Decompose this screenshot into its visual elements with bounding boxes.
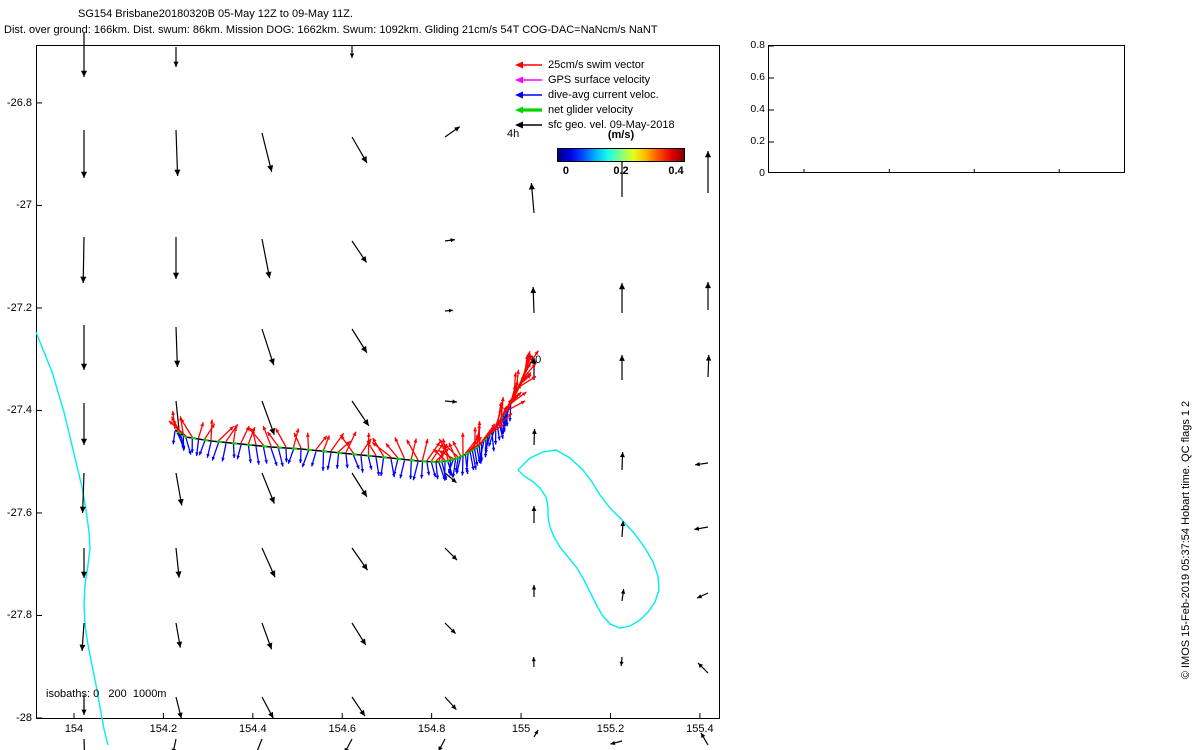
map-y-tick-label: -27 [16, 199, 32, 212]
legend-item: net glider velocity [514, 102, 675, 117]
velocity-panel [768, 45, 1125, 173]
legend-item-label: net glider velocity [548, 103, 633, 116]
velocity-plot [769, 46, 1060, 172]
velocity-y-tick-label: 0.8 [750, 39, 765, 51]
map-y-tick-label: -27.8 [6, 609, 32, 622]
legend-arrow-icon [515, 91, 542, 98]
imos-credit: © IMOS 15-Feb-2019 05:37:54 Hobart time.… [1180, 400, 1192, 680]
map-y-tick-label: -27.4 [6, 404, 32, 417]
map-x-tick-label: 154.6 [328, 723, 356, 735]
map-x-tick-label: 155 [511, 723, 531, 735]
velocity-y-tick-label: 0 [759, 167, 765, 179]
figure-title: SG154 Brisbane20180320B 05-May 12Z to 09… [78, 8, 353, 20]
isobaths-label: isobaths: 0 200 1000m [46, 688, 167, 700]
geo-velocity-arrow [610, 740, 623, 745]
map-x-tick-label: 154.4 [239, 723, 267, 735]
legend-arrow-icon [515, 76, 542, 83]
legend-window-label: 4h [507, 128, 520, 140]
map-x-tick-label: 154.2 [149, 723, 178, 735]
geo-velocity-arrow [345, 738, 353, 750]
geo-velocity-arrow [173, 738, 177, 750]
map-y-tick-label: -28 [16, 711, 32, 724]
map-x-tick-label: 154 [64, 723, 84, 735]
velocity-y-tick-label: 0.2 [750, 135, 765, 147]
map-y-tick-label: -27.2 [6, 301, 32, 314]
legend-item: GPS surface velocity [514, 72, 675, 87]
figure-root: SG154 Brisbane20180320B 05-May 12Z to 09… [0, 0, 1200, 750]
legend-item: dive-avg current veloc. [514, 87, 675, 102]
legend-item-label: 25cm/s swim vector [548, 58, 645, 71]
legend-arrow-icon [515, 61, 542, 68]
map-x-tick-label: 154.8 [417, 723, 446, 735]
geo-velocity-arrow-head [438, 746, 443, 750]
map-colorbar-tick-label: 0.2 [613, 165, 629, 177]
map-y-tick-label: -27.6 [6, 506, 32, 519]
velocity-y-tick-label: 0.4 [750, 103, 765, 115]
legend-arrow-icon [515, 106, 542, 113]
map-colorbar-tick-label: 0.4 [668, 165, 684, 177]
map-panel [36, 45, 720, 719]
velocity-y-tick-label: 0.6 [750, 71, 765, 83]
track-dive-number-label: 10 [529, 354, 542, 366]
map-x-tick-label: 155.2 [596, 723, 625, 735]
map-colorbar [557, 148, 685, 162]
geo-velocity-arrow [438, 738, 446, 750]
map-x-tick-label: 155.4 [686, 723, 714, 735]
map-legend: 25cm/s swim vector GPS surface velocity di… [514, 57, 675, 132]
figure-subtitle: Dist. over ground: 166km. Dist. swum: 86… [4, 24, 658, 36]
geo-velocity-arrow-head [610, 740, 616, 746]
legend-item: 25cm/s swim vector [514, 57, 675, 72]
map-colorbar-tick-label: 0 [562, 165, 570, 177]
legend-item-label: GPS surface velocity [548, 73, 651, 86]
geo-velocity-arrow [83, 738, 85, 750]
map-y-tick-label: -26.8 [6, 96, 32, 109]
legend-item-label: dive-avg current veloc. [548, 88, 659, 101]
map-colorbar-title: (m/s) [607, 129, 635, 141]
geo-velocity-arrow [256, 738, 263, 750]
